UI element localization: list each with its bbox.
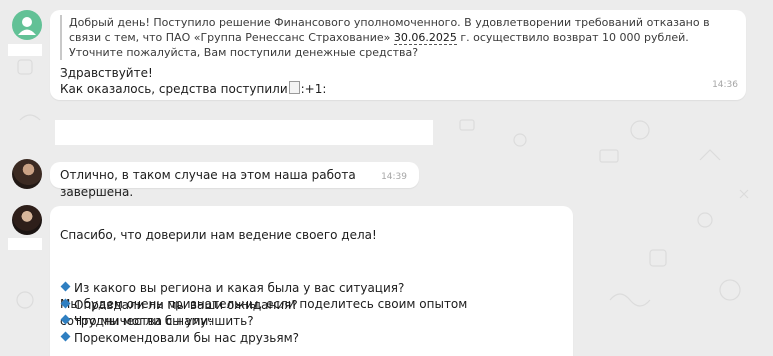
blue-diamond-icon xyxy=(60,314,71,325)
redacted-area xyxy=(55,120,433,145)
list-item-text: Порекомендовали бы нас друзьям? xyxy=(74,330,299,345)
list-item-text: Из какого вы региона и какая была у вас … xyxy=(74,281,405,295)
message-time: 14:39 xyxy=(381,172,407,182)
message-bubble: Спасибо, что доверили нам ведение своего… xyxy=(50,206,573,356)
list-item: Оправдали ли мы ваши ожидания? xyxy=(60,297,404,314)
quoted-message[interactable]: Добрый день! Поступило решение Финансово… xyxy=(60,15,729,60)
greeting-line: Здравствуйте! xyxy=(60,66,153,80)
sender-name-redacted xyxy=(8,44,42,56)
avatar[interactable] xyxy=(12,10,42,40)
message-text: Отлично, в таком случае на этом наша раб… xyxy=(60,168,356,199)
quote-date-link[interactable]: 30.06.2025 xyxy=(393,31,457,45)
emoji-code: :+1: xyxy=(300,82,327,96)
blue-diamond-icon xyxy=(60,331,71,341)
broken-image-icon xyxy=(288,81,300,94)
reply-line: Как оказалось, средства поступили :+1: xyxy=(60,81,326,97)
blue-diamond-icon xyxy=(60,298,71,308)
message-bubble: Отлично, в таком случае на этом наша раб… xyxy=(50,162,419,199)
list-item-text: Что мы могли бы улучшить? xyxy=(74,314,254,328)
message-text: Здравствуйте! Как оказалось, средства по… xyxy=(60,65,326,97)
user-icon xyxy=(18,17,36,35)
list-item: Порекомендовали бы нас друзьям? xyxy=(60,330,404,347)
reply-line-text: Как оказалось, средства поступили xyxy=(60,82,288,96)
avatar[interactable] xyxy=(12,205,42,235)
list-item: Из какого вы региона и какая была у вас … xyxy=(60,280,404,297)
intro-line: Спасибо, что доверили нам ведение своего… xyxy=(60,228,377,243)
sender-name-redacted xyxy=(8,238,42,250)
message-time: 14:36 xyxy=(712,80,738,90)
question-list: Из какого вы региона и какая была у вас … xyxy=(60,280,404,346)
message-bubble: Добрый день! Поступило решение Финансово… xyxy=(50,10,746,100)
blue-diamond-icon xyxy=(60,281,71,292)
list-item: Что мы могли бы улучшить? xyxy=(60,313,404,330)
avatar[interactable] xyxy=(12,159,42,189)
list-item-text: Оправдали ли мы ваши ожидания? xyxy=(74,297,298,312)
